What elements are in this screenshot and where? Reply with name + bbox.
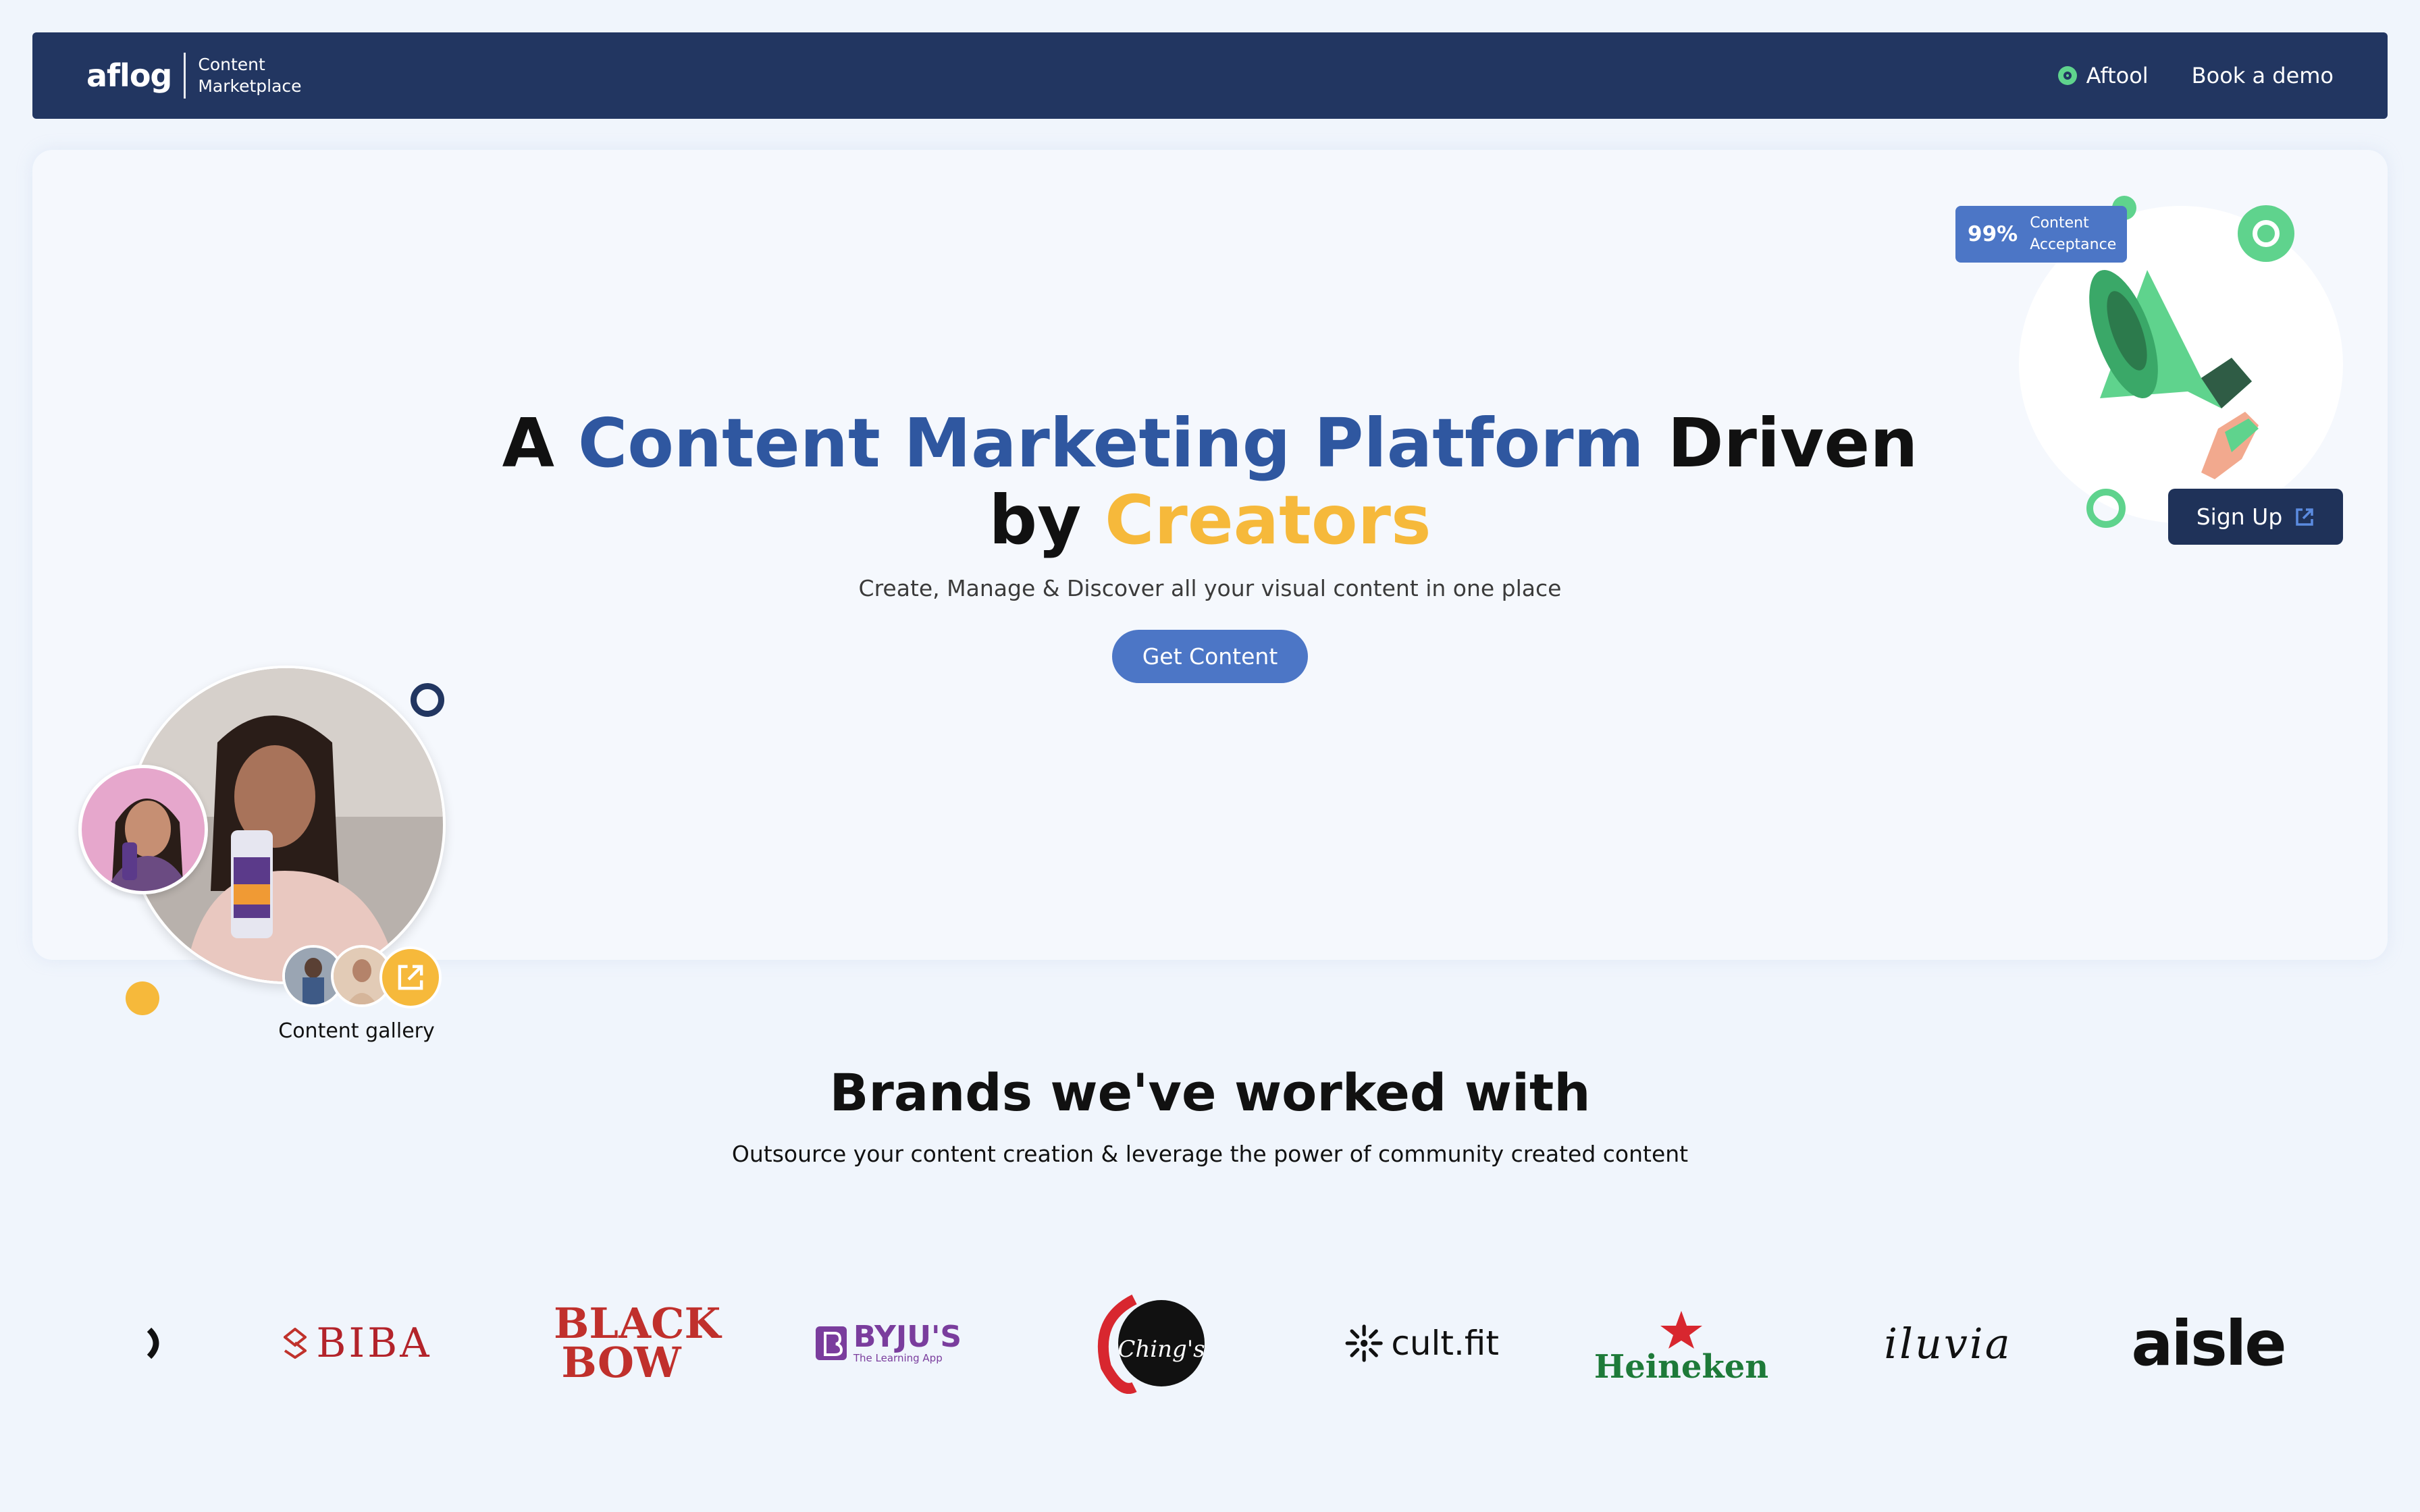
stat-label-line1: Content bbox=[2030, 215, 2089, 232]
brand-logo-cultfit: cult.fit bbox=[1344, 1310, 1499, 1377]
aftool-icon bbox=[2057, 66, 2077, 85]
heineken-star-icon bbox=[1660, 1311, 1702, 1349]
brands-subtitle: Outsource your content creation & levera… bbox=[731, 1141, 1689, 1167]
aflog-wordmark: aflog bbox=[86, 57, 172, 94]
cultfit-wordmark: cult.fit bbox=[1391, 1324, 1499, 1363]
navbar: aflog Content Marketplace Aftool Book a … bbox=[32, 32, 2388, 119]
brand-logo-heineken: Heineken bbox=[1594, 1296, 1768, 1397]
brand-logo-iluvia: iluvia bbox=[1874, 1310, 2022, 1377]
open-gallery-button[interactable] bbox=[379, 946, 442, 1008]
blackbow-wordmark: BLACK BOW bbox=[554, 1299, 721, 1387]
brand-logo-byjus: BYJU'S The Learning App bbox=[814, 1310, 962, 1377]
brand-subtitle-line1: Content bbox=[198, 55, 265, 74]
page: aflog Content Marketplace Aftool Book a … bbox=[0, 0, 2420, 1512]
nav-link-book-demo[interactable]: Book a demo bbox=[2192, 63, 2334, 88]
biba-emblem-icon bbox=[284, 1328, 307, 1359]
decor-ring-navy bbox=[411, 683, 444, 717]
content-gallery-label[interactable]: Content gallery bbox=[243, 1019, 470, 1043]
byjus-wordmark: BYJU'S bbox=[853, 1320, 962, 1354]
brand-logo-blackbow: BLACK BOW bbox=[544, 1296, 721, 1390]
nav-links: Aftool Book a demo bbox=[2057, 63, 2334, 88]
external-link-icon bbox=[2296, 508, 2314, 526]
creator-photo-small bbox=[78, 765, 208, 894]
brand-subtitle: Content Marketplace bbox=[198, 54, 301, 97]
headline-by: by bbox=[989, 481, 1082, 560]
decor-ring-green bbox=[2086, 489, 2126, 528]
byjus-emblem-icon bbox=[815, 1326, 847, 1360]
hero-subtitle: Create, Manage & Discover all your visua… bbox=[858, 575, 1562, 601]
aisle-wordmark: aisle bbox=[2131, 1307, 2286, 1380]
get-content-button[interactable]: Get Content bbox=[1112, 630, 1308, 683]
biba-wordmark: BIBA bbox=[316, 1320, 432, 1367]
chings-emblem-icon: Ching's bbox=[1097, 1294, 1205, 1394]
brand-logo-strip: BIBA BLACK BOW BYJU'S The Learning App C… bbox=[0, 1282, 2420, 1418]
byjus-text: BYJU'S The Learning App bbox=[853, 1320, 962, 1365]
brand-logo-aisle: aisle bbox=[2131, 1303, 2286, 1384]
megaphone-icon bbox=[2089, 270, 2259, 479]
headline-creators: Creators bbox=[1105, 481, 1431, 560]
brand-logo-partial bbox=[142, 1316, 169, 1370]
byjus-tagline: The Learning App bbox=[853, 1352, 943, 1364]
aftool-logo-icon bbox=[2238, 205, 2294, 262]
heineken-wordmark: Heineken bbox=[1594, 1348, 1769, 1386]
sign-up-label: Sign Up bbox=[2196, 504, 2283, 530]
brand-logo[interactable]: aflog Content Marketplace bbox=[86, 53, 302, 99]
acceptance-stat-badge: 99% Content Acceptance bbox=[1955, 206, 2127, 263]
stat-label-line2: Acceptance bbox=[2030, 236, 2117, 253]
brand-subtitle-line2: Marketplace bbox=[198, 76, 302, 96]
headline-driven: Driven bbox=[1667, 404, 1918, 483]
brand-logo-chings: Ching's bbox=[1087, 1293, 1222, 1394]
headline-a: A bbox=[502, 404, 555, 483]
decor-dot-yellow bbox=[126, 981, 159, 1015]
stat-value: 99% bbox=[1968, 222, 2018, 246]
headline-highlight: Content Marketing Platform bbox=[577, 404, 1644, 483]
iluvia-wordmark: iluvia bbox=[1884, 1318, 2012, 1368]
nav-link-aftool-label: Aftool bbox=[2086, 63, 2149, 88]
brand-logo-biba: BIBA bbox=[284, 1310, 432, 1377]
nav-link-aftool[interactable]: Aftool bbox=[2057, 63, 2149, 88]
brand-divider bbox=[184, 53, 186, 99]
sign-up-button[interactable]: Sign Up bbox=[2168, 489, 2343, 545]
brands-title: Brands we've worked with bbox=[829, 1062, 1591, 1123]
cultfit-emblem-icon bbox=[1345, 1324, 1383, 1362]
stat-label: Content Acceptance bbox=[2030, 213, 2116, 256]
chings-wordmark: Ching's bbox=[1117, 1336, 1205, 1363]
external-link-icon bbox=[398, 965, 423, 990]
